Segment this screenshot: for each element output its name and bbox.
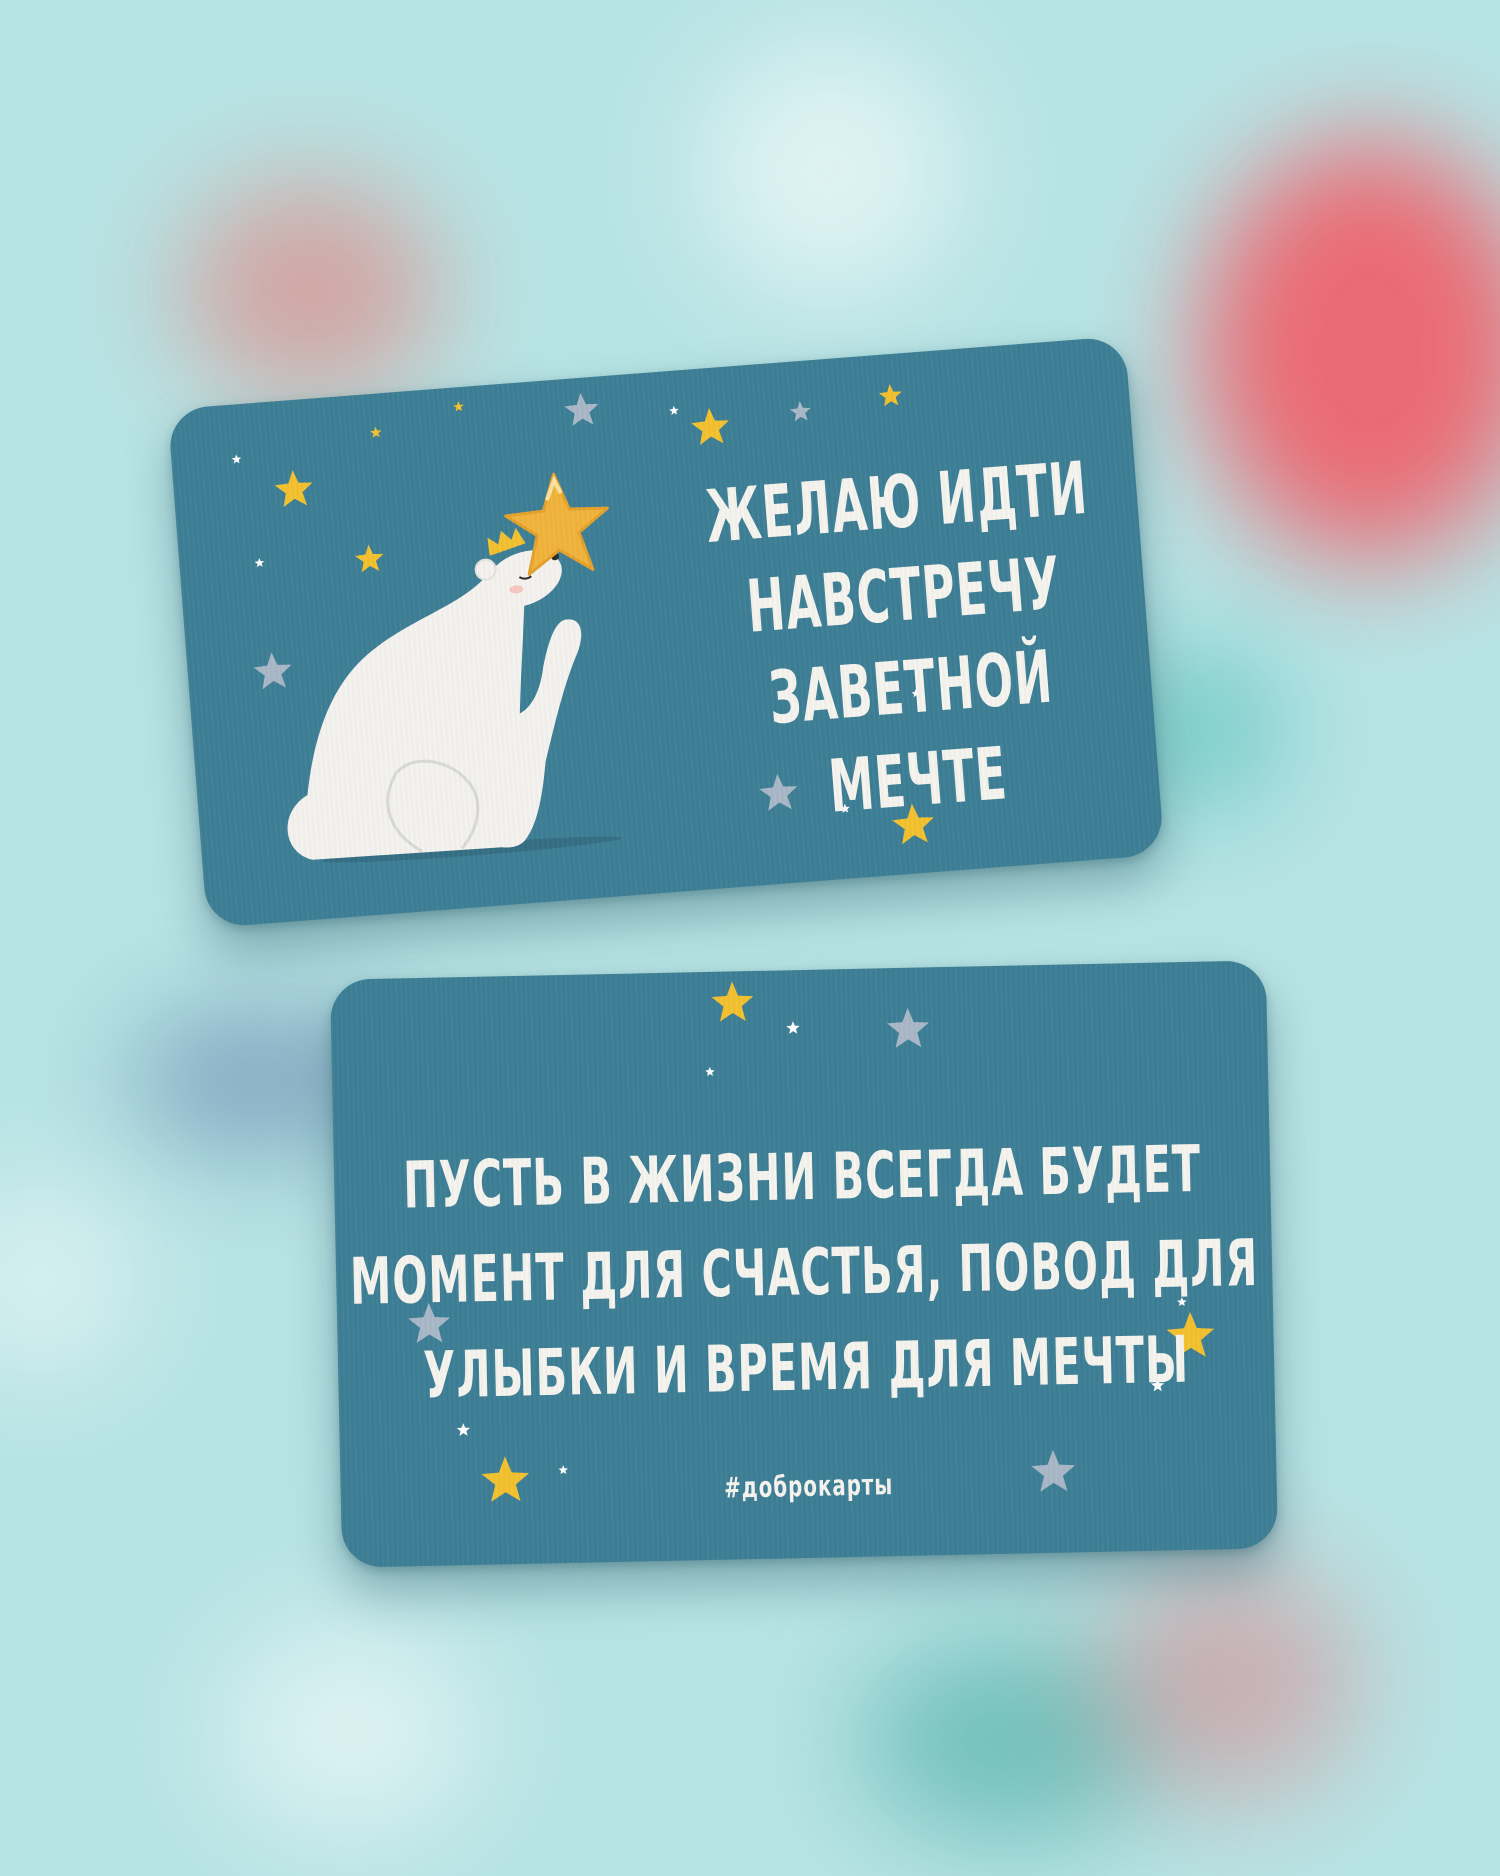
star-icon bbox=[886, 1007, 931, 1056]
star-icon bbox=[705, 1062, 715, 1081]
bg-blob-white-bottom bbox=[220, 1620, 480, 1840]
star-icon bbox=[710, 981, 755, 1030]
star-icon bbox=[878, 383, 904, 413]
star-icon bbox=[562, 391, 601, 434]
star-icon bbox=[231, 449, 242, 469]
back-card: Пусть в жизни всегда будет момент для сч… bbox=[329, 960, 1279, 1568]
star-icon bbox=[668, 400, 679, 420]
back-card-message: Пусть в жизни всегда будет момент для сч… bbox=[349, 1130, 1260, 1413]
star-icon bbox=[689, 407, 732, 454]
front-card-message: Желаю идти навстречу заветной мечте bbox=[702, 446, 1091, 830]
bg-blob-white-left bbox=[0, 1180, 140, 1380]
bg-blob-red-right bbox=[1200, 140, 1500, 560]
hashtag: #доброкарты bbox=[723, 1469, 894, 1506]
front-card: Желаю идти навстречу заветной мечте bbox=[167, 335, 1165, 929]
star-icon bbox=[456, 1422, 471, 1441]
blurred-background bbox=[0, 0, 1500, 1876]
star-icon bbox=[369, 423, 382, 443]
bg-blob-white-top bbox=[700, 40, 960, 300]
balloon-star-icon bbox=[504, 472, 609, 576]
bg-blob-red-left bbox=[180, 180, 440, 400]
star-icon bbox=[789, 400, 813, 428]
star-icon bbox=[786, 1020, 800, 1039]
star-icon bbox=[452, 397, 464, 417]
bg-blob-red-bottom bbox=[1100, 1560, 1360, 1800]
